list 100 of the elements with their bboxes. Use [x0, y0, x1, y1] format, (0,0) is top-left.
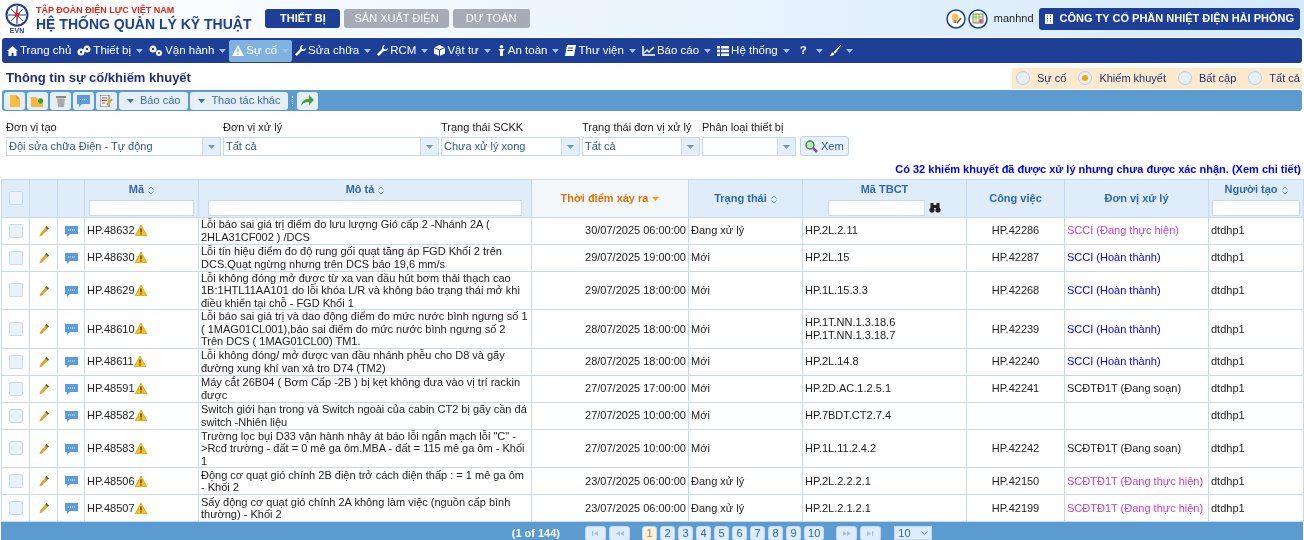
- pencil-icon[interactable]: [38, 503, 49, 515]
- menu-item[interactable]: Hệ thống: [714, 39, 793, 62]
- select-all-checkbox[interactable]: [8, 191, 23, 206]
- page-button[interactable]: 4: [696, 525, 711, 540]
- toolbar-button[interactable]: [297, 91, 319, 110]
- page-button[interactable]: 8: [768, 525, 783, 540]
- row-checkbox[interactable]: [8, 250, 23, 265]
- menu-item[interactable]: Thiết bị: [74, 39, 147, 62]
- pencil-icon[interactable]: [38, 356, 49, 368]
- notice-link[interactable]: Có 32 khiếm khuyết đã được xử lý nhưng chưa được xác nhận. (Xem chi tiết): [895, 161, 1301, 178]
- table-cell[interactable]: HP.48611: [87, 355, 134, 368]
- pencil-icon[interactable]: [38, 443, 49, 455]
- column-filter-field[interactable]: [88, 199, 195, 216]
- column-filter-field[interactable]: [208, 199, 522, 216]
- pencil-icon[interactable]: [38, 476, 49, 488]
- select-field[interactable]: Tất cả: [223, 137, 439, 156]
- module-tab[interactable]: THIẾT BỊ: [265, 9, 341, 28]
- column-header[interactable]: Mô tả: [345, 181, 385, 198]
- column-filter-field[interactable]: [1212, 199, 1300, 216]
- sort-icon[interactable]: [378, 185, 385, 195]
- page-button[interactable]: 2: [660, 525, 675, 540]
- toolbar-dropdown[interactable]: Thao tác khác: [190, 91, 289, 110]
- menu-item[interactable]: ?: [792, 39, 826, 62]
- comment-icon[interactable]: [64, 285, 78, 297]
- row-checkbox[interactable]: [8, 354, 23, 369]
- page-button[interactable]: 10: [804, 525, 825, 540]
- comment-icon[interactable]: [64, 383, 78, 395]
- sort-descending-icon[interactable]: [652, 197, 660, 202]
- table-cell[interactable]: HP.48610: [87, 322, 135, 335]
- username[interactable]: manhnd: [993, 10, 1034, 27]
- sort-icon[interactable]: [148, 185, 155, 195]
- comment-icon[interactable]: [64, 476, 78, 488]
- radio-option[interactable]: Bất cập: [1178, 69, 1237, 87]
- toolbar-dropdown[interactable]: Báo cáo: [119, 91, 189, 110]
- comment-icon[interactable]: [64, 324, 78, 336]
- menu-item[interactable]: Vật tư: [431, 39, 494, 62]
- calendar-icon[interactable]: [967, 8, 988, 29]
- menu-item[interactable]: Thư viện: [562, 39, 639, 62]
- select-field[interactable]: Chưa xử lý xong: [441, 137, 580, 156]
- previous-page-button[interactable]: [609, 525, 630, 540]
- page-button[interactable]: 6: [732, 525, 747, 540]
- company-badge[interactable]: CÔNG TY CỔ PHẦN NHIỆT ĐIỆN HẢI PHÒNG: [1038, 7, 1300, 30]
- menu-item[interactable]: Vận hành: [146, 39, 230, 62]
- next-page-button[interactable]: [836, 525, 858, 540]
- binoculars-icon[interactable]: [929, 202, 941, 213]
- menu-item[interactable]: Sửa chữa: [292, 39, 375, 62]
- sort-icon[interactable]: [770, 194, 777, 204]
- column-header[interactable]: Mã: [128, 181, 155, 198]
- menu-item[interactable]: Báo cáo: [638, 39, 715, 62]
- radio-button[interactable]: [1016, 71, 1030, 85]
- toolbar-button[interactable]: [96, 91, 117, 110]
- menu-item[interactable]: An toàn: [493, 39, 563, 62]
- pencil-icon[interactable]: [38, 383, 49, 395]
- menu-item[interactable]: Trang chủ: [4, 39, 75, 62]
- sort-icon[interactable]: [1281, 185, 1288, 195]
- radio-button[interactable]: [1248, 71, 1263, 85]
- row-checkbox[interactable]: [8, 223, 23, 238]
- table-cell[interactable]: HP.48629: [87, 284, 135, 297]
- row-checkbox[interactable]: [8, 283, 23, 298]
- column-filter-field[interactable]: [828, 199, 925, 216]
- page-button[interactable]: 3: [678, 525, 693, 540]
- radio-option[interactable]: Sự cố: [1016, 69, 1067, 87]
- toolbar-button[interactable]: [50, 91, 71, 110]
- page-size-select[interactable]: 10: [894, 526, 933, 540]
- comment-icon[interactable]: [64, 225, 78, 237]
- select-field[interactable]: [702, 137, 796, 156]
- comment-icon[interactable]: [64, 503, 78, 515]
- row-checkbox[interactable]: [8, 408, 23, 423]
- comment-icon[interactable]: [64, 410, 78, 422]
- select-field[interactable]: Đội sửa chữa Điện - Tự động: [6, 137, 221, 156]
- row-checkbox[interactable]: [8, 441, 23, 456]
- radio-button[interactable]: [1178, 71, 1193, 85]
- toolbar-button[interactable]: [27, 91, 48, 110]
- select-field[interactable]: Tất cả: [582, 137, 700, 156]
- radio-option[interactable]: Tất cả: [1248, 69, 1300, 87]
- comment-icon[interactable]: [64, 443, 78, 455]
- comment-icon[interactable]: [64, 252, 78, 264]
- menu-item[interactable]: RCM: [374, 39, 432, 62]
- pencil-icon[interactable]: [38, 285, 49, 297]
- pencil-icon[interactable]: [38, 324, 49, 336]
- toolbar-button[interactable]: [73, 91, 94, 110]
- row-checkbox[interactable]: [8, 501, 23, 515]
- table-cell[interactable]: HP.48583: [87, 442, 135, 455]
- status-link[interactable]: SCCI (Hoàn thành): [1067, 284, 1161, 296]
- lightbulb-icon[interactable]: [945, 8, 966, 29]
- page-button[interactable]: 7: [750, 525, 765, 540]
- radio-option[interactable]: Khiếm khuyết: [1078, 69, 1167, 87]
- pencil-icon[interactable]: [38, 410, 49, 422]
- last-page-button[interactable]: [860, 525, 882, 540]
- toolbar-button[interactable]: [4, 91, 25, 110]
- column-header[interactable]: Mã TBCT: [860, 181, 909, 198]
- row-checkbox[interactable]: [8, 321, 23, 336]
- row-checkbox[interactable]: [8, 381, 23, 396]
- view-button[interactable]: Xem: [800, 136, 849, 156]
- radio-button[interactable]: [1078, 71, 1093, 85]
- comment-icon[interactable]: [64, 356, 78, 368]
- first-page-button[interactable]: [585, 525, 606, 540]
- row-checkbox[interactable]: [8, 474, 23, 488]
- pencil-icon[interactable]: [38, 225, 49, 237]
- page-button[interactable]: 5: [714, 525, 729, 540]
